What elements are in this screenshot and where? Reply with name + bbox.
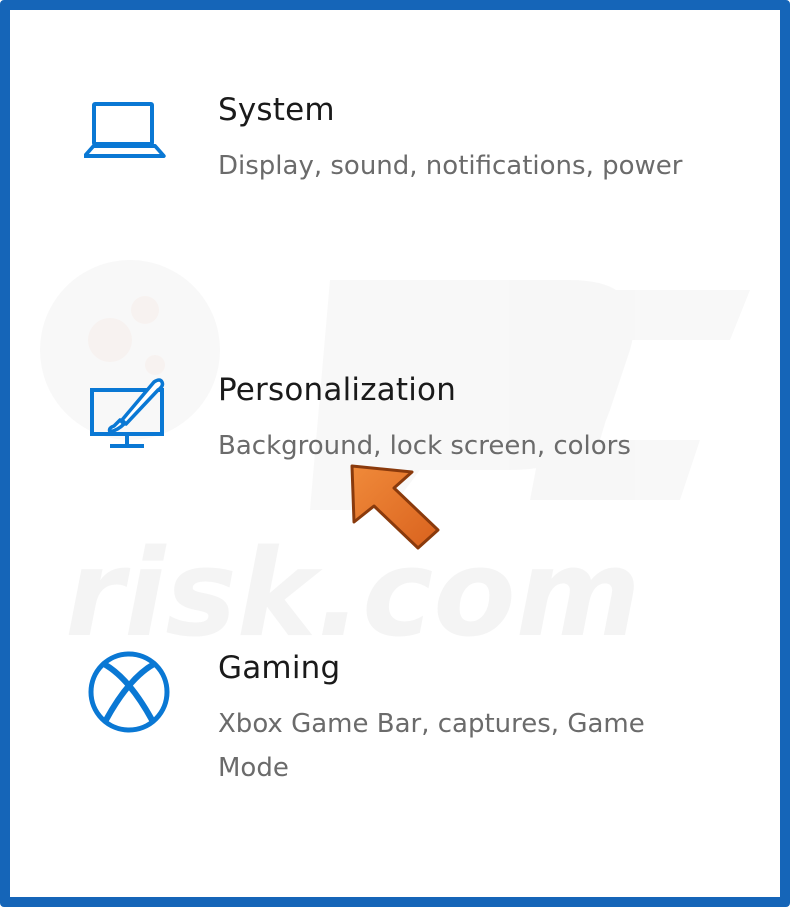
settings-tile-personalization[interactable]: Personalization Background, lock screen,… xyxy=(70,372,710,482)
settings-tile-system-title: System xyxy=(218,92,335,128)
settings-tile-gaming-description: Xbox Game Bar, captures, Game Mode xyxy=(218,709,645,783)
settings-tile-system-description: Display, sound, notifications, power xyxy=(218,151,683,181)
settings-tile-system[interactable]: System Display, sound, notifications, po… xyxy=(70,92,710,242)
settings-tile-gaming[interactable]: Gaming Xbox Game Bar, captures, Game Mod… xyxy=(70,650,710,800)
settings-panel: risk.com System Display, sound, notifica… xyxy=(0,0,790,907)
settings-tile-gaming-title: Gaming xyxy=(218,650,341,686)
xbox-icon xyxy=(88,651,170,733)
settings-tile-personalization-title: Personalization xyxy=(218,372,457,408)
svg-text:risk.com: risk.com xyxy=(65,525,641,664)
settings-tile-personalization-description: Background, lock screen, colors xyxy=(218,431,631,461)
personalization-paintbrush-monitor-icon xyxy=(90,378,165,448)
laptop-icon xyxy=(84,102,166,158)
